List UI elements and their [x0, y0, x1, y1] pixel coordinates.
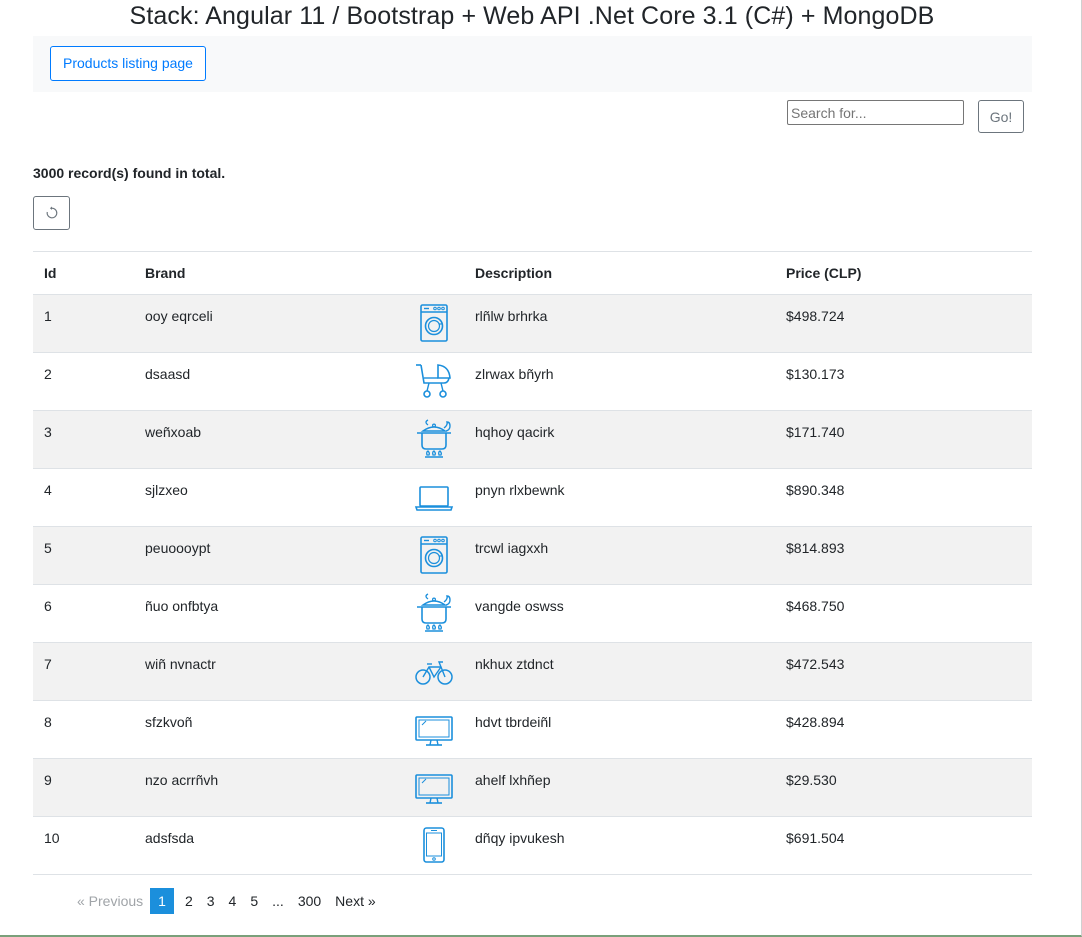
cell-price: $171.740 — [786, 424, 845, 440]
cell-image — [404, 817, 464, 875]
cell-brand: adsfsda — [145, 830, 195, 846]
page-title: Stack: Angular 11 / Bootstrap + Web API … — [129, 2, 935, 30]
monitor-icon — [415, 716, 453, 746]
next-page-link[interactable]: Next » — [328, 888, 382, 914]
table-row: 9 nzo acrrñvh ahelf lxhñep $29.530 — [33, 758, 1032, 817]
cell-brand: peuoooypt — [145, 540, 211, 556]
table-body: 1 ooy eqrceli rlñlw brhrka $498.724 2 ds… — [33, 294, 1032, 875]
page-ellipsis: ... — [272, 893, 284, 909]
cell-brand: ooy eqrceli — [145, 308, 213, 324]
cell-image — [404, 585, 464, 643]
cell-image — [404, 643, 464, 701]
cell-brand: ñuo onfbtya — [145, 598, 219, 614]
page-link-300[interactable]: 300 — [291, 888, 328, 914]
cooking-pot-icon — [417, 419, 451, 458]
washing-machine-icon — [420, 304, 448, 342]
table-row: 1 ooy eqrceli rlñlw brhrka $498.724 — [33, 294, 1032, 353]
cell-image — [404, 469, 464, 527]
cell-image — [404, 759, 464, 817]
cell-description: hqhoy qacirk — [475, 424, 555, 440]
header-brand: Brand — [145, 265, 186, 281]
cell-description: vangde oswss — [475, 598, 564, 614]
baby-stroller-icon — [416, 364, 451, 398]
cell-description: nkhux ztdnct — [475, 656, 554, 672]
cell-id: 8 — [44, 714, 52, 730]
cell-price: $814.893 — [786, 540, 845, 556]
page-link-2[interactable]: 2 — [178, 888, 200, 914]
table-header-row: Id Brand Description Price (CLP) — [33, 251, 1032, 295]
cell-id: 1 — [44, 308, 52, 324]
cell-description: trcwl iagxxh — [475, 540, 549, 556]
products-listing-button[interactable]: Products listing page — [50, 46, 206, 81]
cell-id: 2 — [44, 366, 52, 382]
products-table: Id Brand Description Price (CLP) 1 ooy e… — [33, 251, 1032, 875]
table-row: 5 peuoooypt trcwl iagxxh $814.893 — [33, 526, 1032, 585]
header-image — [404, 252, 464, 295]
records-count: 3000 record(s) found in total. — [33, 165, 226, 181]
cell-price: $498.724 — [786, 308, 845, 324]
page-link-1[interactable]: 1 — [150, 888, 174, 914]
header-id: Id — [44, 265, 57, 281]
page-link-3[interactable]: 3 — [200, 888, 222, 914]
page-link-5[interactable]: 5 — [243, 888, 265, 914]
cell-id: 6 — [44, 598, 52, 614]
cell-id: 3 — [44, 424, 52, 440]
cell-brand: sjlzxeo — [145, 482, 188, 498]
cell-image — [404, 353, 464, 411]
refresh-button[interactable] — [33, 196, 70, 230]
cell-price: $472.543 — [786, 656, 845, 672]
refresh-icon — [46, 206, 57, 219]
table-row: 4 sjlzxeo pnyn rlxbewnk $890.348 — [33, 469, 1032, 527]
cell-image — [404, 411, 464, 469]
laptop-icon — [414, 486, 454, 511]
go-button[interactable]: Go! — [978, 100, 1024, 133]
cell-price: $468.750 — [786, 598, 845, 614]
washing-machine-icon — [420, 536, 448, 574]
cell-description: zlrwax bñyrh — [475, 366, 554, 382]
cell-description: pnyn rlxbewnk — [475, 482, 565, 498]
table-row: 2 dsaasd zlrwax bñyrh $130.173 — [33, 353, 1032, 411]
cell-description: hdvt tbrdeiñl — [475, 714, 552, 730]
cell-description: dñqy ipvukesh — [475, 830, 565, 846]
previous-page-link[interactable]: « Previous — [70, 888, 150, 914]
pagination: « Previous 1 2 3 4 5... 300 Next » — [70, 888, 383, 914]
cell-price: $428.894 — [786, 714, 845, 730]
cell-id: 10 — [44, 830, 60, 846]
table-row: 8 sfzkvoñ hdvt tbrdeiñl $428.894 — [33, 701, 1032, 759]
table-row: 10 adsfsda dñqy ipvukesh $691.504 — [33, 817, 1032, 875]
cell-id: 5 — [44, 540, 52, 556]
bicycle-icon — [415, 661, 453, 685]
search-input[interactable] — [787, 100, 964, 125]
cell-price: $130.173 — [786, 366, 845, 382]
cell-id: 4 — [44, 482, 52, 498]
cell-image — [404, 527, 464, 585]
cell-image — [404, 295, 464, 353]
cell-description: ahelf lxhñep — [475, 772, 551, 788]
cooking-pot-icon — [417, 593, 451, 632]
cell-price: $29.530 — [786, 772, 837, 788]
cell-brand: weñxoab — [145, 424, 202, 440]
smartphone-icon — [423, 827, 445, 863]
header-price: Price (CLP) — [786, 265, 862, 281]
cell-brand: wiñ nvnactr — [145, 656, 216, 672]
table-row: 3 weñxoab hqhoy qacirk $171.740 — [33, 410, 1032, 469]
cell-price: $691.504 — [786, 830, 845, 846]
table-row: 6 ñuo onfbtya vangde oswss $468.750 — [33, 585, 1032, 643]
cell-brand: dsaasd — [145, 366, 191, 382]
page-links: 1 2 3 4 5... 300 — [150, 888, 328, 914]
header-description: Description — [475, 265, 553, 281]
monitor-icon — [415, 774, 453, 804]
cell-description: rlñlw brhrka — [475, 308, 548, 324]
navbar: Products listing page — [33, 36, 1032, 92]
cell-image — [404, 701, 464, 759]
cell-brand: sfzkvoñ — [145, 714, 193, 730]
cell-id: 7 — [44, 656, 52, 672]
cell-brand: nzo acrrñvh — [145, 772, 219, 788]
page-link-4[interactable]: 4 — [222, 888, 244, 914]
cell-id: 9 — [44, 772, 52, 788]
table-row: 7 wiñ nvnactr nkhux ztdnct $472.543 — [33, 642, 1032, 701]
cell-price: $890.348 — [786, 482, 845, 498]
